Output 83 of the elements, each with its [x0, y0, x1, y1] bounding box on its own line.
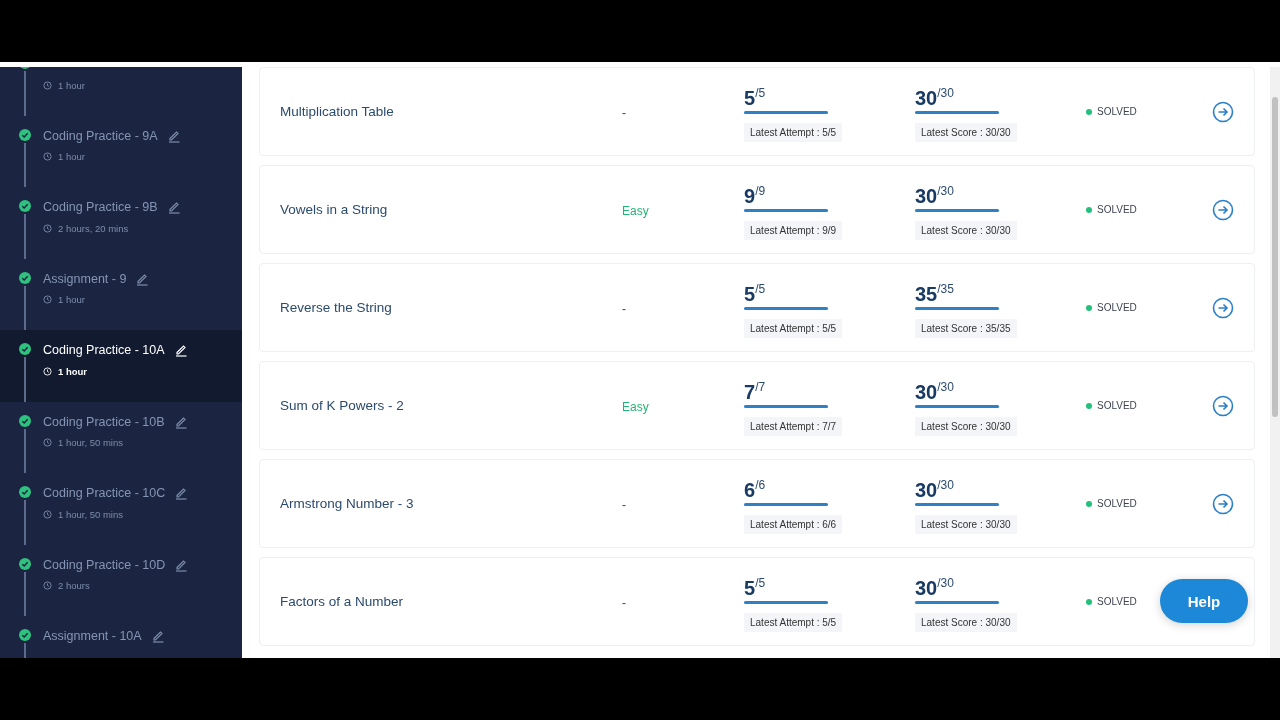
question-title: Sum of K Powers - 2: [280, 398, 405, 413]
module-title: Coding Practice - 10D: [43, 557, 166, 572]
clock-icon: [43, 223, 52, 233]
arrow-right-circle-icon[interactable]: [1212, 296, 1234, 319]
module-title: Assignment - 10A: [43, 629, 142, 643]
clock-icon: [43, 152, 52, 161]
clock-icon: [43, 366, 52, 376]
module-title: Coding Practice - 10B: [43, 414, 165, 429]
arrow-right-circle-icon[interactable]: [1212, 394, 1234, 417]
module-title: Coding Practice - 9B: [43, 200, 158, 214]
module-duration: 1 hour: [58, 151, 85, 162]
latest-attempt-label: Latest Attempt : 7/7: [744, 416, 843, 436]
question-title: Factors of a Number: [280, 594, 405, 609]
module-item[interactable]: Coding Practice - 10D 2 hours: [0, 544, 242, 616]
status-label: SOLVED: [1097, 498, 1137, 509]
difficulty-label: -: [622, 301, 626, 316]
difficulty-label: Easy: [622, 399, 649, 414]
status-label: SOLVED: [1097, 400, 1137, 411]
latest-score-label: Latest Score : 30/30: [915, 416, 1017, 436]
module-item[interactable]: Coding Practice - 9A 1 hour: [0, 115, 242, 187]
score-value: 30$^{/30}$: [915, 378, 954, 403]
clock-icon: [43, 438, 52, 447]
module-item[interactable]: Coding Practice - 10C 1 hour, 50 mins: [0, 473, 242, 545]
attempts-count: 7$^{/7}$: [744, 378, 766, 403]
clock-icon: [43, 581, 52, 590]
question-title: Reverse the String: [280, 300, 393, 315]
pencil-icon[interactable]: [173, 343, 188, 357]
attempts-count: 5$^{/5}$: [744, 574, 766, 599]
difficulty-label: -: [622, 497, 626, 512]
module-duration: 1 hour: [58, 365, 88, 377]
module-item[interactable]: Assignment - 10A: [0, 616, 242, 658]
module-duration: 2 hours, 20 mins: [58, 222, 129, 234]
score-value: 30$^{/30}$: [915, 574, 954, 599]
arrow-right-circle-icon[interactable]: [1212, 198, 1234, 221]
module-title: Coding Practice - 10C: [43, 486, 166, 500]
module-duration: 1 hour, 50 mins: [58, 437, 123, 448]
module-duration: 2 hours: [58, 580, 90, 591]
status-label: SOLVED: [1097, 204, 1137, 215]
attempts-count: 6$^{/6}$: [744, 476, 766, 501]
difficulty-label: -: [622, 105, 626, 120]
module-title: Assignment - 9: [43, 271, 127, 286]
latest-attempt-label: Latest Attempt : 5/5: [744, 122, 843, 142]
attempts-count: 9$^{/9}$: [744, 182, 766, 207]
status-label: SOLVED: [1097, 106, 1137, 117]
score-value: 30$^{/30}$: [915, 84, 954, 109]
module-item[interactable]: Assignment - 9 1 hour: [0, 258, 242, 330]
module-item[interactable]: Coding Practice - 9B 2 hours, 20 mins: [0, 187, 242, 259]
status-label: SOLVED: [1097, 302, 1137, 313]
difficulty-label: Easy: [622, 203, 649, 218]
score-value: 30$^{/30}$: [915, 182, 954, 207]
attempts-count: 5$^{/5}$: [744, 84, 766, 109]
score-value: 35$^{/35}$: [915, 280, 954, 305]
question-title: Multiplication Table: [280, 104, 395, 119]
arrow-right-circle-icon[interactable]: [1212, 492, 1234, 515]
module-title: Coding Practice - 10A: [43, 343, 165, 357]
question-title: Vowels in a String: [280, 202, 389, 217]
scrollbar[interactable]: [1270, 67, 1280, 658]
module-duration: 1 hour, 50 mins: [58, 508, 123, 520]
score-value: 30$^{/30}$: [915, 476, 954, 501]
latest-attempt-label: Latest Attempt : 5/5: [744, 612, 843, 632]
attempts-count: 5$^{/5}$: [744, 280, 766, 305]
latest-score-label: Latest Score : 30/30: [915, 612, 1017, 632]
question-title: Armstrong Number - 3: [280, 496, 415, 511]
clock-icon: [43, 295, 52, 304]
arrow-right-circle-icon[interactable]: [1212, 100, 1234, 123]
latest-score-label: Latest Score : 35/35: [915, 318, 1017, 338]
difficulty-label: -: [622, 595, 626, 610]
module-duration: 1 hour: [58, 79, 85, 91]
clock-icon: [43, 80, 52, 90]
latest-score-label: Latest Score : 30/30: [915, 122, 1017, 142]
module-item[interactable]: Coding Practice - 10B 1 hour, 50 mins: [0, 401, 242, 473]
clock-icon: [43, 509, 52, 519]
help-button[interactable]: Help: [1160, 579, 1248, 623]
module-item[interactable]: Coding Practice - 10A 1 hour: [0, 330, 242, 402]
latest-attempt-label: Latest Attempt : 6/6: [744, 514, 843, 534]
module-title: Coding Practice - 9A: [43, 128, 158, 143]
status-label: SOLVED: [1097, 596, 1137, 607]
latest-attempt-label: Latest Attempt : 5/5: [744, 318, 843, 338]
latest-score-label: Latest Score : 30/30: [915, 220, 1017, 240]
module-duration: 1 hour: [58, 294, 85, 305]
latest-score-label: Latest Score : 30/30: [915, 514, 1017, 534]
module-item[interactable]: 1 hour: [0, 67, 242, 116]
latest-attempt-label: Latest Attempt : 9/9: [744, 220, 843, 240]
